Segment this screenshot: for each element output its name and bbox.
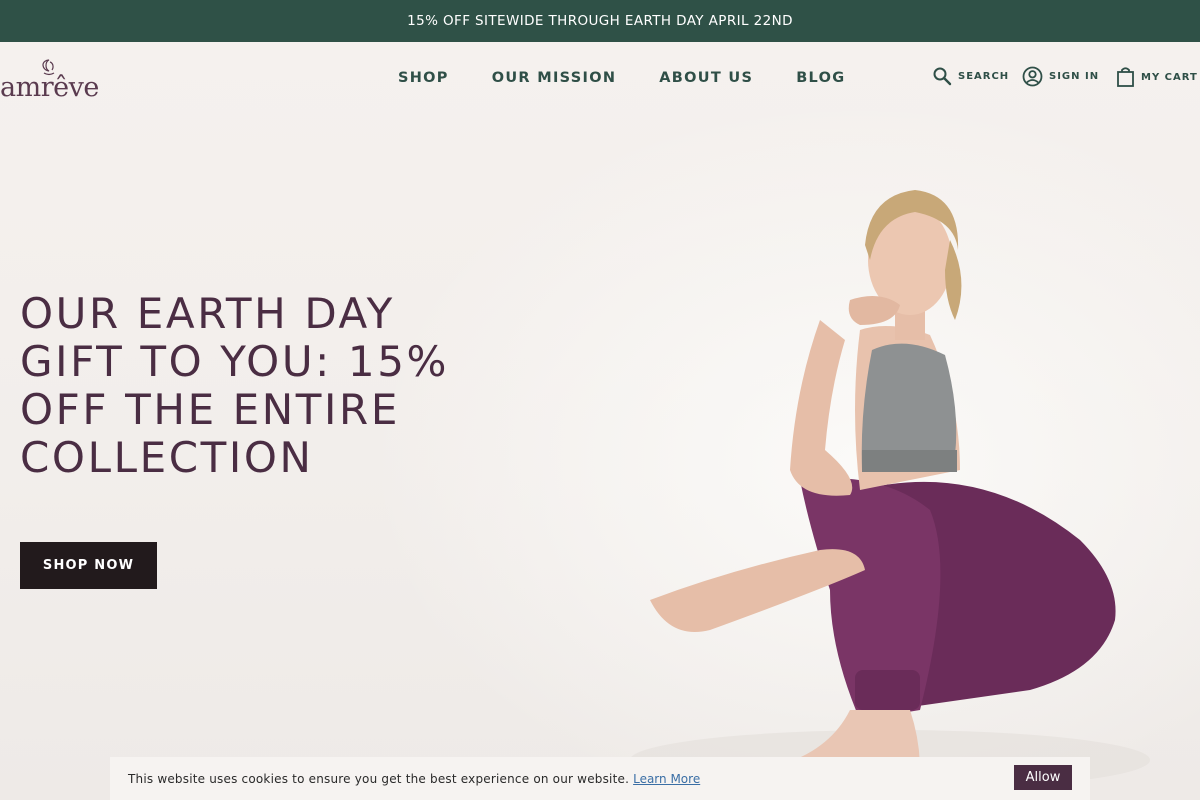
search-label: SEARCH [958, 70, 1010, 82]
user-circle-icon [1022, 66, 1043, 87]
learn-more-link[interactable]: Learn More [633, 772, 700, 786]
nav-item-shop[interactable]: SHOP [398, 70, 449, 92]
sign-in-button[interactable]: SIGN IN [1022, 66, 1099, 87]
nav-item-about-us[interactable]: ABOUT US [659, 70, 753, 92]
main-nav: SHOP OUR MISSION ABOUT US BLOG [376, 70, 888, 92]
brand-logo[interactable]: amrêve [0, 58, 104, 108]
sign-in-label: SIGN IN [1049, 71, 1100, 82]
nav-item-our-mission[interactable]: OUR MISSION [492, 70, 617, 92]
search-icon [933, 67, 952, 86]
nav-item-blog[interactable]: BLOG [796, 70, 845, 92]
allow-cookies-button[interactable]: Allow [1014, 765, 1072, 790]
hero-model-image [630, 190, 1150, 790]
hero-headline: OUR EARTH DAY GIFT TO YOU: 15% OFF THE E… [20, 289, 450, 482]
announcement-text: 15% OFF SITEWIDE THROUGH EARTH DAY APRIL… [407, 13, 793, 29]
shop-now-button[interactable]: SHOP NOW [20, 542, 157, 589]
shopping-bag-icon [1117, 67, 1134, 87]
cookie-banner: This website uses cookies to ensure you … [110, 757, 1090, 800]
brand-wordmark: amrêve [0, 72, 99, 103]
announcement-bar: 15% OFF SITEWIDE THROUGH EARTH DAY APRIL… [0, 0, 1200, 42]
search-button[interactable]: SEARCH [932, 66, 1009, 86]
cart-label: MY CART [1141, 71, 1198, 83]
cart-button[interactable]: MY CART [1116, 66, 1198, 88]
site-header: amrêve SHOP OUR MISSION ABOUT US BLOG SE… [0, 42, 1200, 120]
cookie-message: This website uses cookies to ensure you … [128, 771, 630, 786]
